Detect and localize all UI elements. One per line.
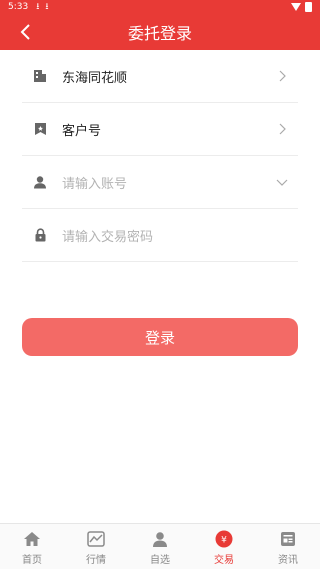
header-bar: 委托登录 [0, 14, 320, 50]
password-input[interactable]: 请输入交易密码 [62, 226, 153, 245]
bottom-nav: 首页 行情 自选 ¥ 交易 资讯 [0, 523, 320, 569]
password-input-row[interactable]: 请输入交易密码 [22, 209, 298, 262]
chevron-right-icon [279, 123, 286, 135]
page-title: 委托登录 [127, 24, 192, 43]
account-input[interactable]: 请输入账号 [62, 173, 127, 192]
broker-selector[interactable]: 东海同花顺 [22, 50, 298, 103]
status-time: 5:33 [8, 2, 29, 12]
svg-text:¥: ¥ [221, 536, 227, 546]
news-icon [278, 530, 298, 548]
login-button[interactable]: 登录 [22, 318, 298, 356]
account-type-label: 客户号 [62, 123, 102, 139]
person-icon [150, 530, 170, 548]
user-icon [32, 174, 48, 190]
status-bar: 5:33 ⭳ ⭳ [0, 0, 320, 14]
download-icon: ⭳ [45, 2, 49, 12]
home-icon [22, 530, 42, 548]
login-form: 东海同花顺 客户号 请输入账号 请输入交易密码 [22, 50, 298, 262]
back-icon[interactable] [16, 22, 36, 42]
account-type-selector[interactable]: 客户号 [22, 103, 298, 156]
nav-watchlist[interactable]: 自选 [128, 524, 192, 569]
nav-label: 首页 [22, 555, 42, 566]
nav-home[interactable]: 首页 [0, 524, 64, 569]
nav-label: 自选 [150, 555, 170, 566]
nav-label: 交易 [214, 555, 234, 566]
nav-news[interactable]: 资讯 [256, 524, 320, 569]
battery-icon [305, 2, 312, 12]
yen-icon: ¥ [214, 530, 234, 548]
building-icon [32, 68, 48, 84]
wifi-icon [291, 3, 301, 11]
lock-icon [32, 227, 48, 243]
nav-trade[interactable]: ¥ 交易 [192, 524, 256, 569]
bookmark-icon [32, 121, 48, 137]
nav-label: 资讯 [278, 555, 298, 566]
chevron-down-icon[interactable] [274, 174, 290, 190]
account-input-row[interactable]: 请输入账号 [22, 156, 298, 209]
chevron-right-icon [279, 70, 286, 82]
download-icon: ⭳ [36, 2, 40, 12]
nav-label: 行情 [86, 555, 106, 566]
nav-market[interactable]: 行情 [64, 524, 128, 569]
chart-icon [86, 530, 106, 548]
broker-name: 东海同花顺 [62, 70, 128, 86]
